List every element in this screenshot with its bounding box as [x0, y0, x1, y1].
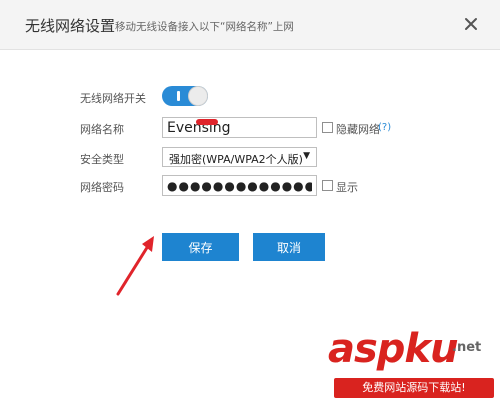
- site-watermark: aspku .net 免费网站源码下载站!: [328, 326, 494, 404]
- watermark-net: .net: [452, 340, 482, 355]
- toggle-on-indicator: [177, 91, 180, 101]
- dialog-subtitle: 移动无线设备接入以下“网络名称”上网: [115, 21, 294, 33]
- watermark-slogan: 免费网站源码下载站!: [334, 378, 494, 398]
- watermark-logo: aspku: [328, 326, 459, 372]
- save-button[interactable]: 保存: [162, 233, 239, 261]
- annotation-arrow-icon: [116, 236, 154, 296]
- hide-ssid-checkbox[interactable]: [322, 122, 333, 133]
- dialog-header: 无线网络设置 移动无线设备接入以下“网络名称”上网: [0, 0, 500, 50]
- help-link[interactable]: (?): [378, 122, 391, 133]
- chevron-down-icon: ▼: [303, 151, 310, 161]
- security-type-value: 强加密(WPA/WPA2个人版): [169, 153, 303, 166]
- ssid-input[interactable]: [162, 117, 317, 138]
- password-label: 网络密码: [80, 181, 124, 194]
- security-label: 安全类型: [80, 153, 124, 166]
- wifi-switch-toggle[interactable]: [162, 86, 208, 106]
- toggle-knob: [188, 86, 208, 106]
- security-type-select[interactable]: 强加密(WPA/WPA2个人版) ▼: [162, 147, 317, 167]
- ssid-label: 网络名称: [80, 123, 124, 136]
- wifi-switch-label: 无线网络开关: [80, 92, 146, 105]
- password-input[interactable]: [162, 175, 317, 196]
- close-icon[interactable]: [461, 14, 481, 34]
- dialog-title: 无线网络设置: [25, 17, 116, 35]
- show-password-label: 显示: [336, 181, 358, 194]
- cancel-button[interactable]: 取消: [253, 233, 325, 261]
- wireless-settings-dialog: 无线网络设置 移动无线设备接入以下“网络名称”上网 无线网络开关 网络名称 隐藏…: [0, 0, 500, 406]
- show-password-checkbox[interactable]: [322, 180, 333, 191]
- redaction-mark: [196, 119, 218, 125]
- hide-ssid-label: 隐藏网络: [336, 123, 380, 136]
